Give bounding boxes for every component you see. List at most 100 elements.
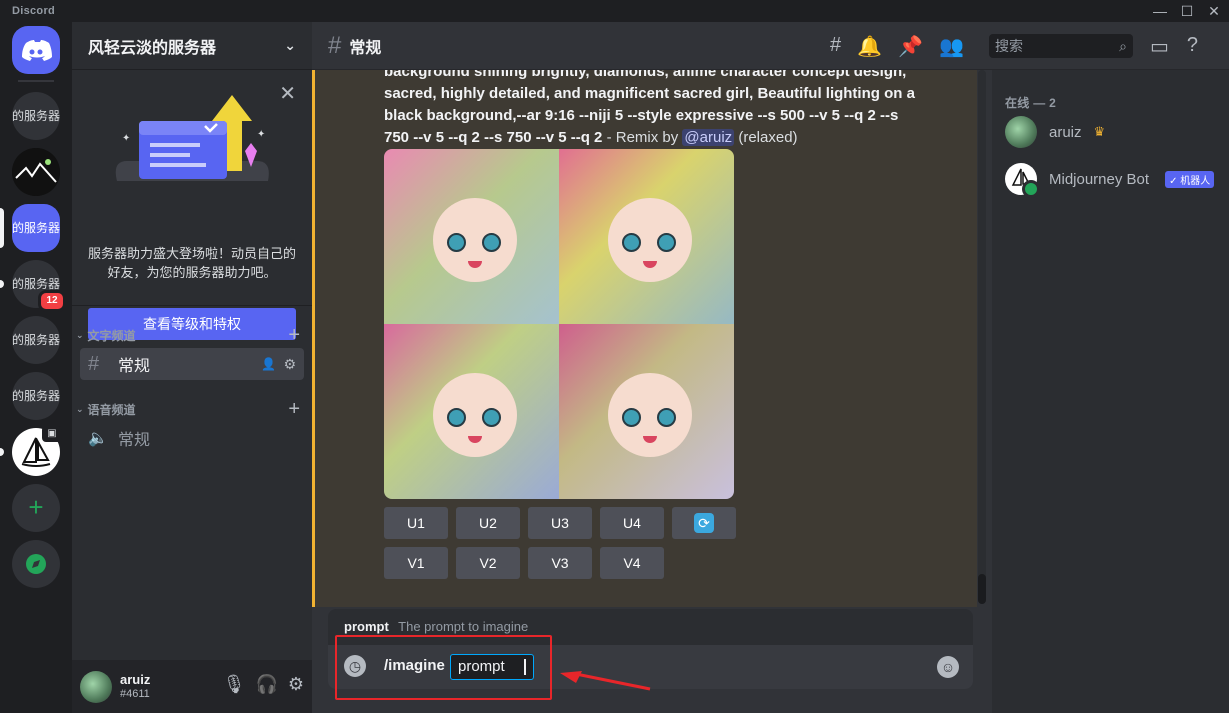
variation-buttons: V1 V2 V3 V4 (384, 547, 664, 579)
option-description: The prompt to imagine (398, 619, 529, 634)
server-item-current[interactable]: 轻云淡的服务器 (12, 204, 60, 252)
microphone-icon[interactable]: 🎙 (223, 674, 246, 695)
member-list: 在线 — 2 aruiz ♛ Midjourney Bot ✓ 机器人 (992, 70, 1229, 713)
u3-button[interactable]: U3 (528, 507, 592, 539)
channel-header: # 常规 # 🔔 📌 👥 搜索 ⌕ ▭ ? (312, 22, 1229, 70)
u4-button[interactable]: U4 (600, 507, 664, 539)
maximize-button[interactable]: ☐ (1175, 2, 1199, 20)
emoji-icon[interactable]: ☺ (937, 656, 959, 678)
annotation-arrow (560, 671, 651, 691)
gear-icon[interactable]: ⚙ (288, 674, 304, 695)
app-name: Discord (12, 5, 56, 17)
bell-icon[interactable]: 🔔 (857, 34, 882, 59)
channel-label: 常规 (118, 432, 151, 449)
generated-image-4[interactable] (559, 324, 734, 499)
pin-icon[interactable]: 📌 (898, 34, 923, 59)
channel-label: 常规 (118, 358, 151, 375)
scrollbar[interactable] (978, 70, 986, 604)
v3-button[interactable]: V3 (528, 547, 592, 579)
inbox-icon[interactable]: ▭ (1150, 34, 1169, 59)
generated-image-1[interactable] (384, 149, 559, 324)
reroll-button[interactable]: ⟳ (672, 507, 736, 539)
chevron-down-icon: ⌄ (284, 37, 296, 53)
category-voice-channels[interactable]: ⌄ 语音频道 + (76, 398, 300, 421)
invite-icon[interactable]: 👤 (261, 357, 276, 371)
boost-text: 服务器助力盛大登场啦！动员自己的好友，为您的服务器助力吧。 (88, 246, 297, 280)
username: aruiz (120, 671, 151, 687)
explore-servers-button[interactable] (12, 540, 60, 588)
server-name: 风轻云淡的服务器 (88, 39, 217, 57)
search-icon: ⌕ (1119, 38, 1127, 54)
minimize-button[interactable]: — (1148, 2, 1172, 20)
member-item[interactable]: aruiz ♛ (1005, 116, 1105, 148)
server-image-icon (12, 148, 60, 196)
svg-text:✦: ✦ (122, 133, 130, 144)
avatar (1005, 116, 1037, 148)
discord-logo-icon (22, 40, 52, 61)
user-info[interactable]: aruiz #4611 (120, 672, 150, 702)
scrollbar-thumb[interactable] (978, 574, 986, 604)
server-item-6[interactable]: 续的服务器 (12, 372, 60, 420)
user-mention[interactable]: @aruiz (682, 129, 735, 146)
divider (72, 305, 312, 306)
channel-sidebar: 风轻云淡的服务器 ⌄ ✕ ✦ ✦ 服务器助力盛大登场啦！动员自己的好友，为您的服… (72, 22, 312, 713)
boost-promo: ✕ ✦ ✦ 服务器助力盛大登场啦！动员自己的好友，为您的服务器助力吧。 查看等级… (72, 71, 312, 340)
user-controls: 🎙 🎧 ⚙ (223, 674, 304, 695)
generated-image-3[interactable] (384, 324, 559, 499)
v2-button[interactable]: V2 (456, 547, 520, 579)
close-window-button[interactable]: ✕ (1202, 2, 1226, 20)
u1-button[interactable]: U1 (384, 507, 448, 539)
help-icon[interactable]: ? (1187, 34, 1198, 59)
avatar[interactable] (80, 670, 112, 703)
search-input[interactable]: 搜索 ⌕ (989, 34, 1133, 58)
online-header: 在线 — 2 (1005, 96, 1057, 110)
generated-image-2[interactable] (559, 149, 734, 324)
chat-area: # 常规 # 🔔 📌 👥 搜索 ⌕ ▭ ? background shining… (312, 22, 1229, 713)
threads-icon[interactable]: # (830, 34, 841, 59)
category-text-channels[interactable]: ⌄ 文字频道 + (76, 324, 300, 347)
selected-indicator (0, 208, 4, 248)
server-item-2[interactable] (12, 148, 60, 196)
member-name: Midjourney Bot (1049, 170, 1150, 188)
member-name: aruiz (1049, 123, 1082, 141)
u2-button[interactable]: U2 (456, 507, 520, 539)
speaker-icon: 🔈 (88, 430, 108, 447)
server-header[interactable]: 风轻云淡的服务器 ⌄ (72, 22, 312, 70)
mode-text: (relaxed) (734, 129, 798, 146)
svg-text:✦: ✦ (257, 129, 265, 140)
server-item-1[interactable]: 的服务器 (12, 92, 60, 140)
chevron-icon: ⌄ (76, 330, 84, 340)
server-label: 续的服务器 (12, 389, 60, 403)
online-status-dot (1022, 180, 1040, 198)
server-label: 燕的服务器 (12, 333, 60, 347)
add-channel-icon[interactable]: + (288, 398, 300, 421)
prompt-line: 750 --v 5 --q 2 --s 750 --v 5 --q 2 (384, 129, 603, 146)
search-placeholder: 搜索 (995, 38, 1023, 54)
image-grid[interactable] (384, 149, 734, 499)
monitor-icon: ▣ (42, 426, 62, 442)
home-button[interactable] (12, 26, 60, 74)
server-rail: 的服务器 轻云淡的服务器 的服务器 12 燕的服务器 续的服务器 ▣ + (0, 22, 72, 713)
hash-icon: # (88, 352, 100, 375)
prompt-line: background shining brightly, diamonds, a… (384, 70, 907, 80)
headphones-icon[interactable]: 🎧 (255, 674, 277, 695)
message-highlighted: background shining brightly, diamonds, a… (312, 70, 977, 607)
add-channel-icon[interactable]: + (288, 324, 300, 347)
chevron-icon: ⌄ (76, 404, 84, 414)
channel-item-general[interactable]: # 常规 👤 ⚙ (80, 348, 304, 380)
server-item-5[interactable]: 燕的服务器 (12, 316, 60, 364)
v4-button[interactable]: V4 (600, 547, 664, 579)
channel-item-voice[interactable]: 🔈 常规 (80, 422, 304, 454)
bot-badge: ✓ 机器人 (1165, 170, 1215, 188)
unread-indicator (0, 280, 4, 288)
prompt-line: black background,--ar 9:16 --niji 5 --st… (384, 107, 899, 124)
members-icon[interactable]: 👥 (939, 34, 964, 59)
gear-icon[interactable]: ⚙ (283, 356, 296, 373)
v1-button[interactable]: V1 (384, 547, 448, 579)
user-panel: aruiz #4611 🎙 🎧 ⚙ (72, 660, 312, 713)
remix-text: - Remix by (602, 129, 683, 146)
option-name: prompt (344, 619, 389, 634)
add-server-button[interactable]: + (12, 484, 60, 532)
member-item[interactable]: Midjourney Bot ✓ 机器人 (1005, 163, 1215, 198)
upscale-buttons: U1 U2 U3 U4 ⟳ (384, 507, 736, 539)
